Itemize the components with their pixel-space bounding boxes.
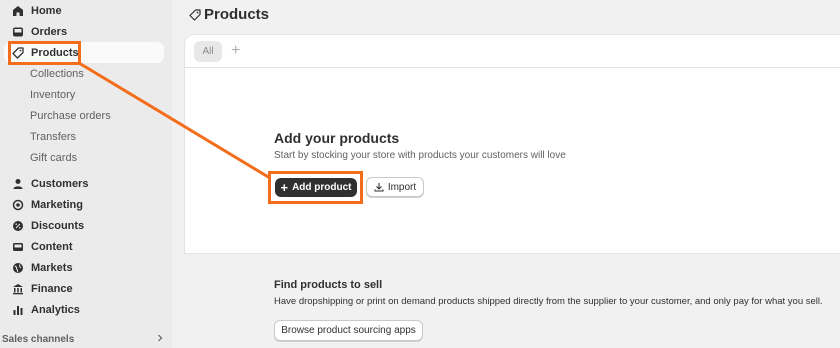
sidebar-item-orders[interactable]: Orders bbox=[4, 21, 164, 42]
find-products-description: Have dropshipping or print on demand pro… bbox=[274, 296, 823, 307]
sidebar-item-customers[interactable]: Customers bbox=[4, 173, 164, 194]
sidebar-item-markets[interactable]: Markets bbox=[4, 257, 164, 278]
sidebar-subitem-gift-cards[interactable]: Gift cards bbox=[30, 147, 77, 168]
sidebar-item-finance[interactable]: Finance bbox=[4, 278, 164, 299]
page-title-text: Products bbox=[204, 6, 270, 23]
inbox-icon bbox=[11, 25, 25, 39]
home-icon bbox=[11, 4, 25, 18]
sidebar-item-analytics[interactable]: Analytics bbox=[4, 299, 164, 320]
sidebar-item-label: Content bbox=[31, 240, 73, 253]
discount-icon bbox=[11, 219, 25, 233]
page-title: Products bbox=[189, 6, 269, 23]
tab-all[interactable]: All bbox=[194, 41, 222, 62]
sidebar-subitem-collections[interactable]: Collections bbox=[30, 63, 84, 84]
sidebar-item-label: Finance bbox=[31, 282, 73, 295]
browse-sourcing-apps-button[interactable]: Browse product sourcing apps bbox=[274, 320, 423, 341]
tag-icon bbox=[189, 8, 201, 21]
globe-icon bbox=[11, 261, 25, 275]
sidebar-item-content[interactable]: Content bbox=[4, 236, 164, 257]
sidebar-item-label: Home bbox=[31, 4, 62, 17]
sales-channels-label: Sales channels bbox=[2, 333, 75, 345]
chevron-right-icon bbox=[156, 334, 164, 345]
sidebar-item-label: Marketing bbox=[31, 198, 83, 211]
bank-icon bbox=[11, 282, 25, 296]
target-icon bbox=[11, 198, 25, 212]
import-label: Import bbox=[387, 181, 417, 193]
person-icon bbox=[11, 177, 25, 191]
sidebar-subitem-inventory[interactable]: Inventory bbox=[30, 84, 75, 105]
download-icon bbox=[374, 182, 384, 192]
highlight-box-products bbox=[8, 41, 81, 65]
sidebar-subitem-transfers[interactable]: Transfers bbox=[30, 126, 76, 147]
add-view-button[interactable]: + bbox=[231, 40, 240, 62]
find-products-title: Find products to sell bbox=[274, 279, 383, 291]
sales-channels-header[interactable]: Sales channels bbox=[2, 331, 164, 347]
sidebar-item-discounts[interactable]: Discounts bbox=[4, 215, 164, 236]
tab-bar: All + bbox=[185, 35, 840, 68]
sidebar-item-label: Customers bbox=[31, 177, 89, 190]
sidebar-item-label: Discounts bbox=[31, 219, 85, 232]
sidebar-item-label: Analytics bbox=[31, 303, 80, 316]
sidebar-item-home[interactable]: Home bbox=[4, 0, 164, 21]
bar-chart-icon bbox=[11, 303, 25, 317]
sidebar-item-label: Orders bbox=[31, 25, 68, 38]
empty-state-title: Add your products bbox=[274, 130, 400, 146]
sidebar-item-marketing[interactable]: Marketing bbox=[4, 194, 164, 215]
import-button[interactable]: Import bbox=[366, 177, 424, 197]
highlight-box-add-product bbox=[268, 171, 363, 204]
sidebar-subitem-purchase-orders[interactable]: Purchase orders bbox=[30, 105, 111, 126]
empty-state-description: Start by stocking your store with produc… bbox=[274, 150, 566, 161]
sidebar-item-label: Markets bbox=[31, 261, 73, 274]
image-icon bbox=[11, 240, 25, 254]
